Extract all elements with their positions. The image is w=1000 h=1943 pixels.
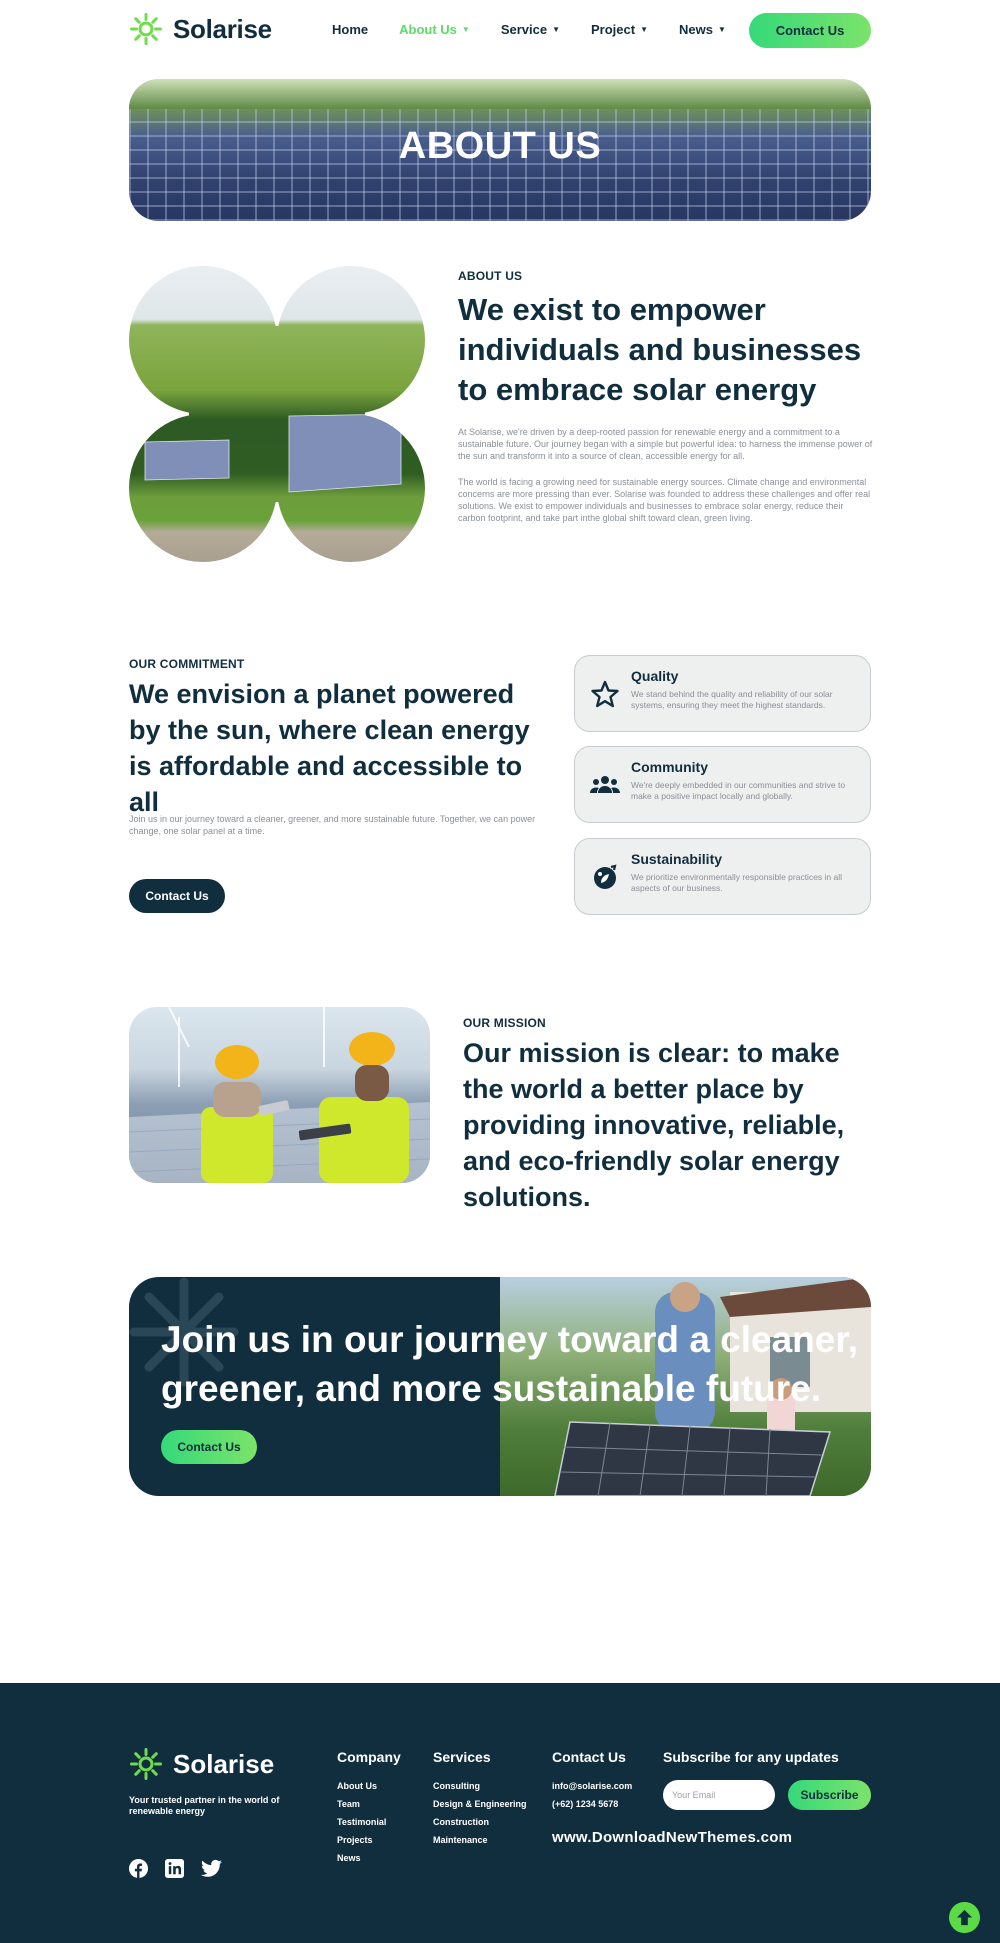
twitter-icon[interactable] (201, 1859, 222, 1878)
social-links (129, 1859, 222, 1878)
footer-services-title: Services (433, 1749, 491, 1765)
scroll-to-top-button[interactable] (949, 1902, 980, 1933)
card-title: Quality (631, 668, 679, 684)
nav-item-label: Service (500, 22, 548, 37)
card-description: We're deeply embedded in our communities… (631, 780, 846, 801)
nav-item-label: Home (332, 22, 369, 37)
value-card-community: Community We're deeply embedded in our c… (574, 746, 871, 823)
community-icon (590, 776, 620, 793)
nav-item-label: Project (591, 22, 636, 37)
footer-email[interactable]: info@solarise.com (552, 1780, 632, 1798)
card-title: Community (631, 759, 708, 775)
star-icon (591, 680, 619, 708)
footer-tagline: Your trusted partner in the world of ren… (129, 1795, 280, 1816)
engineers-illustration (129, 1007, 430, 1183)
subscribe-button[interactable]: Subscribe (788, 1780, 871, 1810)
join-contact-button[interactable]: Contact Us (161, 1430, 257, 1464)
commitment-text: Join us in our journey toward a cleaner,… (129, 814, 536, 836)
mission-eyebrow: OUR MISSION (463, 1016, 546, 1030)
footer-subscribe-title: Subscribe for any updates (663, 1749, 839, 1765)
site-header: Solarise Home About Us ▼ Service ▼ Proje… (0, 0, 1000, 60)
footer-company-title: Company (337, 1749, 401, 1765)
footer-link[interactable]: Design & Engineering (433, 1798, 527, 1816)
footer-services-links: Consulting Design & Engineering Construc… (433, 1780, 527, 1852)
footer-logo[interactable]: Solarise (129, 1747, 274, 1781)
chevron-down-icon: ▼ (640, 24, 649, 34)
chevron-down-icon: ▼ (461, 24, 470, 34)
footer-company-links: About Us Team Testimonial Projects News (337, 1780, 386, 1870)
footer-logo-text: Solarise (173, 1748, 275, 1779)
footer-link[interactable]: Maintenance (433, 1834, 527, 1852)
mission-heading: Our mission is clear: to make the world … (463, 1038, 845, 1212)
mission-image-engineers (129, 1007, 430, 1183)
header-contact-button[interactable]: Contact Us (749, 13, 871, 48)
sun-logo-icon (130, 1748, 162, 1780)
about-heading: We exist to empower individuals and busi… (458, 292, 862, 407)
chevron-down-icon: ▼ (717, 24, 726, 34)
card-title: Sustainability (631, 851, 723, 867)
commitment-heading: We envision a planet powered by the sun,… (129, 679, 530, 817)
linkedin-icon[interactable] (165, 1859, 184, 1878)
site-logo[interactable]: Solarise (129, 12, 272, 46)
value-card-quality: Quality We stand behind the quality and … (574, 655, 871, 732)
commitment-contact-button[interactable]: Contact Us (129, 879, 225, 913)
arrow-up-icon (956, 1909, 973, 1926)
main-nav: Home About Us ▼ Service ▼ Project ▼ News… (332, 22, 757, 37)
footer-link[interactable]: News (337, 1852, 386, 1870)
nav-item-label: News (679, 22, 713, 37)
nav-item-label: About Us (399, 22, 457, 37)
logo-text: Solarise (173, 13, 272, 44)
footer-link[interactable]: About Us (337, 1780, 386, 1798)
card-description: We stand behind the quality and reliabil… (631, 689, 833, 710)
about-paragraph-2: The world is facing a growing need for s… (458, 477, 871, 523)
footer-link[interactable]: Team (337, 1798, 386, 1816)
hero-banner: ABOUT US (129, 79, 871, 221)
about-eyebrow: ABOUT US (458, 269, 523, 283)
nav-item-news[interactable]: News ▼ (679, 22, 726, 37)
site-footer: Solarise Your trusted partner in the wor… (0, 1683, 1000, 1943)
footer-contact-title: Contact Us (552, 1749, 626, 1765)
nav-item-project[interactable]: Project ▼ (591, 22, 648, 37)
card-description: We prioritize environmentally responsibl… (631, 872, 843, 893)
footer-link[interactable]: Consulting (433, 1780, 527, 1798)
join-banner: Join us in our journey toward a cleaner,… (129, 1277, 871, 1496)
sun-logo-icon (130, 13, 162, 45)
value-card-sustainability: Sustainability We prioritize environment… (574, 838, 871, 915)
nav-item-home[interactable]: Home (332, 22, 368, 37)
sustainability-icon (594, 864, 617, 889)
hero-background-trees (129, 79, 871, 109)
commitment-eyebrow: OUR COMMITMENT (129, 657, 245, 671)
about-clover-image (129, 266, 425, 562)
page-title: ABOUT US (398, 125, 602, 167)
about-paragraph-1: At Solarise, we're driven by a deep-root… (458, 427, 873, 461)
footer-phone[interactable]: (+62) 1234 5678 (552, 1798, 632, 1816)
facebook-icon[interactable] (129, 1859, 148, 1878)
join-heading: Join us in our journey toward a cleaner,… (161, 1319, 859, 1409)
footer-contact-info: info@solarise.com (+62) 1234 5678 (552, 1780, 632, 1816)
subscribe-email-input[interactable] (663, 1780, 775, 1810)
nav-item-service[interactable]: Service ▼ (501, 22, 560, 37)
footer-link[interactable]: Projects (337, 1834, 386, 1852)
nav-item-about-us[interactable]: About Us ▼ (399, 22, 470, 37)
watermark-text: www.DownloadNewThemes.com (552, 1829, 793, 1846)
chevron-down-icon: ▼ (552, 24, 561, 34)
footer-link[interactable]: Construction (433, 1816, 527, 1834)
footer-link[interactable]: Testimonial (337, 1816, 386, 1834)
